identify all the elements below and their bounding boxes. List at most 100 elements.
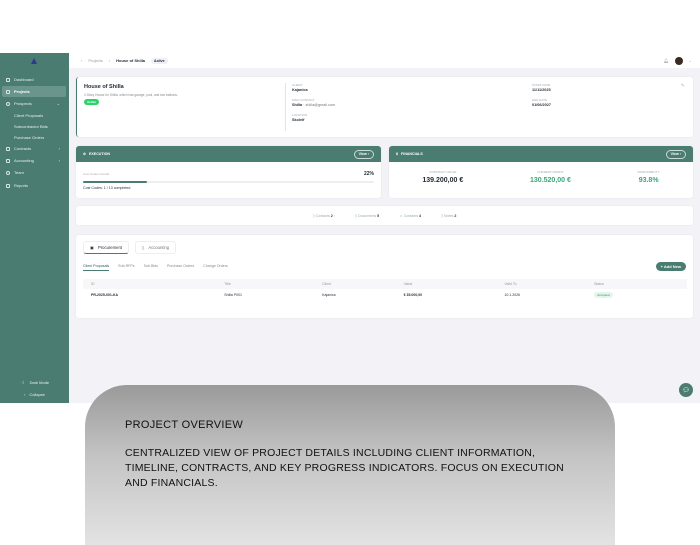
chat-icon[interactable]: 💬︎	[679, 383, 693, 397]
chevron-right-icon: ›	[58, 146, 60, 151]
sidebar-item-reports[interactable]: Reports	[2, 180, 66, 191]
execution-progress-fill	[83, 181, 148, 183]
col-valid-to: Valid To	[496, 279, 587, 289]
contact-name: Shilla	[292, 103, 303, 107]
contract-label: Contract Value	[429, 170, 457, 174]
sidebar-item-projects[interactable]: Projects	[2, 86, 66, 97]
sidebar-item-purchase-orders[interactable]: Purchase Orders	[2, 132, 66, 143]
execution-summary: Cost Codes: 1 / 13 completed	[83, 186, 131, 190]
status-badge: Active	[151, 57, 168, 64]
sidebar-item-contracts[interactable]: Contracts ›	[2, 143, 66, 154]
status-badge: Accepted	[594, 292, 613, 298]
col-status: Status	[586, 279, 687, 289]
sidebar-item-accounting[interactable]: Accounting ›	[2, 155, 66, 166]
chevron-down-icon: ⌄	[56, 101, 60, 106]
subtab-change-orders[interactable]: Change Orders	[203, 264, 228, 271]
contact-email[interactable]: · shilla@gmail.com	[303, 103, 335, 107]
back-icon[interactable]: ‹	[81, 58, 82, 63]
add-new-button[interactable]: + Add New	[655, 262, 686, 271]
stat-value: 2	[454, 213, 457, 218]
label: Prospects	[14, 101, 32, 106]
project-status: Active	[84, 99, 100, 105]
label: Accounting	[14, 158, 34, 163]
tab-label: Accounting	[148, 245, 170, 250]
stat-notes[interactable]: ▯ Notes 2	[441, 214, 456, 218]
label: Dark Mode	[29, 380, 50, 385]
financials-card: $ FINANCIALS View › Contract Value 139.200,…	[389, 146, 693, 198]
profit-label: Current Profit	[537, 170, 564, 174]
bell-icon[interactable]: 🔔︎	[664, 58, 669, 63]
sidebar-item-client-proposals[interactable]: Client Proposals	[2, 110, 66, 121]
profitability: Profitability 93.8%	[638, 170, 660, 184]
cell-client: Kajanica	[322, 293, 336, 297]
breadcrumb-projects[interactable]: Projects	[88, 58, 102, 63]
breadcrumb-current: House of Shilla	[116, 58, 146, 63]
execution-view-button[interactable]: View ›	[353, 149, 374, 159]
financials-view-button[interactable]: View ›	[665, 149, 686, 159]
stat-label: Contacts	[315, 213, 330, 218]
subtab-client-proposals[interactable]: Client Proposals	[83, 264, 110, 271]
subtab-sub-rfps[interactable]: Sub RFPs	[118, 264, 134, 271]
col-id: ID	[83, 279, 217, 289]
label: Subcontractor Bids	[14, 124, 48, 129]
chevron-right-icon: ›	[58, 158, 60, 163]
sidebar-item-dashboard[interactable]: Dashboard	[2, 74, 66, 85]
col-title: Title	[216, 279, 315, 289]
contract-icon	[6, 146, 10, 151]
stat-value: 5	[377, 213, 380, 218]
col-value: Value	[395, 279, 497, 289]
stats-bar: ▯ Contacts 2 › ▯ Documents 5 ☺ Contacts …	[76, 206, 693, 225]
start-date-label: Start Date	[532, 83, 551, 87]
execution-title: EXECUTION	[89, 152, 110, 156]
stat-contacts-2[interactable]: ☺ Contacts 4	[399, 214, 421, 218]
tab-accounting[interactable]: ▯ Accounting	[135, 241, 177, 254]
stat-value: 2	[330, 213, 333, 218]
end-date: 01/06/2027	[532, 103, 552, 107]
end-date-label: End Date	[532, 98, 547, 102]
stat-label: Contacts	[403, 213, 419, 218]
profitability-value: 93.8%	[638, 177, 659, 184]
chart-icon	[6, 183, 10, 188]
proposals-table: ID Title Client Value Valid To Status PR…	[83, 279, 687, 301]
chevron-down-icon[interactable]: ⌄	[689, 58, 692, 63]
overview-title: PROJECT OVERVIEW	[125, 419, 244, 431]
project-description: 2-Story House for Shilla, which has gara…	[84, 93, 178, 97]
subtab-sub-bids[interactable]: Sub Bids	[144, 264, 158, 271]
client-label: Client	[292, 83, 303, 87]
stat-label: Documents	[357, 213, 377, 218]
subtab-purchase-orders[interactable]: Purchase Orders	[167, 264, 194, 271]
breadcrumb-separator: ›	[108, 58, 111, 63]
execution-percent: 22%	[363, 171, 374, 177]
label: Collapse	[29, 392, 45, 397]
stat-documents[interactable]: ▯ Documents 5	[355, 214, 379, 218]
edit-icon[interactable]: ✎	[681, 83, 685, 89]
cell-valid-to: 10.1.2026	[504, 293, 520, 297]
clipboard-icon	[6, 158, 10, 163]
label: Projects	[14, 89, 30, 94]
label: Reports	[14, 183, 29, 188]
sidebar-item-prospects[interactable]: Prospects ⌄	[2, 98, 66, 109]
team-icon	[6, 170, 10, 175]
stat-contacts[interactable]: ▯ Contacts 2 ›	[313, 214, 335, 218]
sidebar-item-team[interactable]: Team	[2, 167, 66, 178]
client-value: Kajanica	[292, 88, 308, 92]
stat-value: 4	[419, 213, 422, 218]
overview-description: CENTRALIZED VIEW OF PROJECT DETAILS INCL…	[125, 447, 564, 489]
tab-procurement[interactable]: ▣ Procurement	[83, 241, 129, 254]
sidebar-item-subcontractor-bids[interactable]: Subcontractor Bids	[2, 121, 66, 132]
accounting-icon: ▯	[142, 245, 145, 250]
procurement-icon: ▣	[90, 245, 94, 250]
top-bar: ‹ Projects › House of Shilla Active 🔔︎ ⌄	[69, 53, 700, 68]
tab-label: Procurement	[97, 245, 122, 250]
dark-mode-toggle[interactable]: ☾ Dark Mode	[2, 377, 66, 388]
dashboard-icon	[6, 77, 10, 82]
label: Client Proposals	[14, 113, 44, 118]
sidebar: Dashboard Projects Prospects ⌄ Client Pro…	[0, 53, 69, 403]
profit-amount: 130.520,00 €	[530, 177, 571, 184]
table-row[interactable]: PR-2025-001-KA Shilla P001 Kajanica € 35…	[83, 289, 687, 301]
dollar-icon: $	[396, 152, 398, 156]
project-dates: Start Date 11/11/2025 End Date 01/06/202…	[532, 83, 551, 107]
avatar[interactable]	[674, 56, 683, 65]
contract-value: Contract Value 139.200,00 €	[422, 170, 463, 184]
collapse-button[interactable]: ‹ Collapse	[2, 389, 66, 400]
